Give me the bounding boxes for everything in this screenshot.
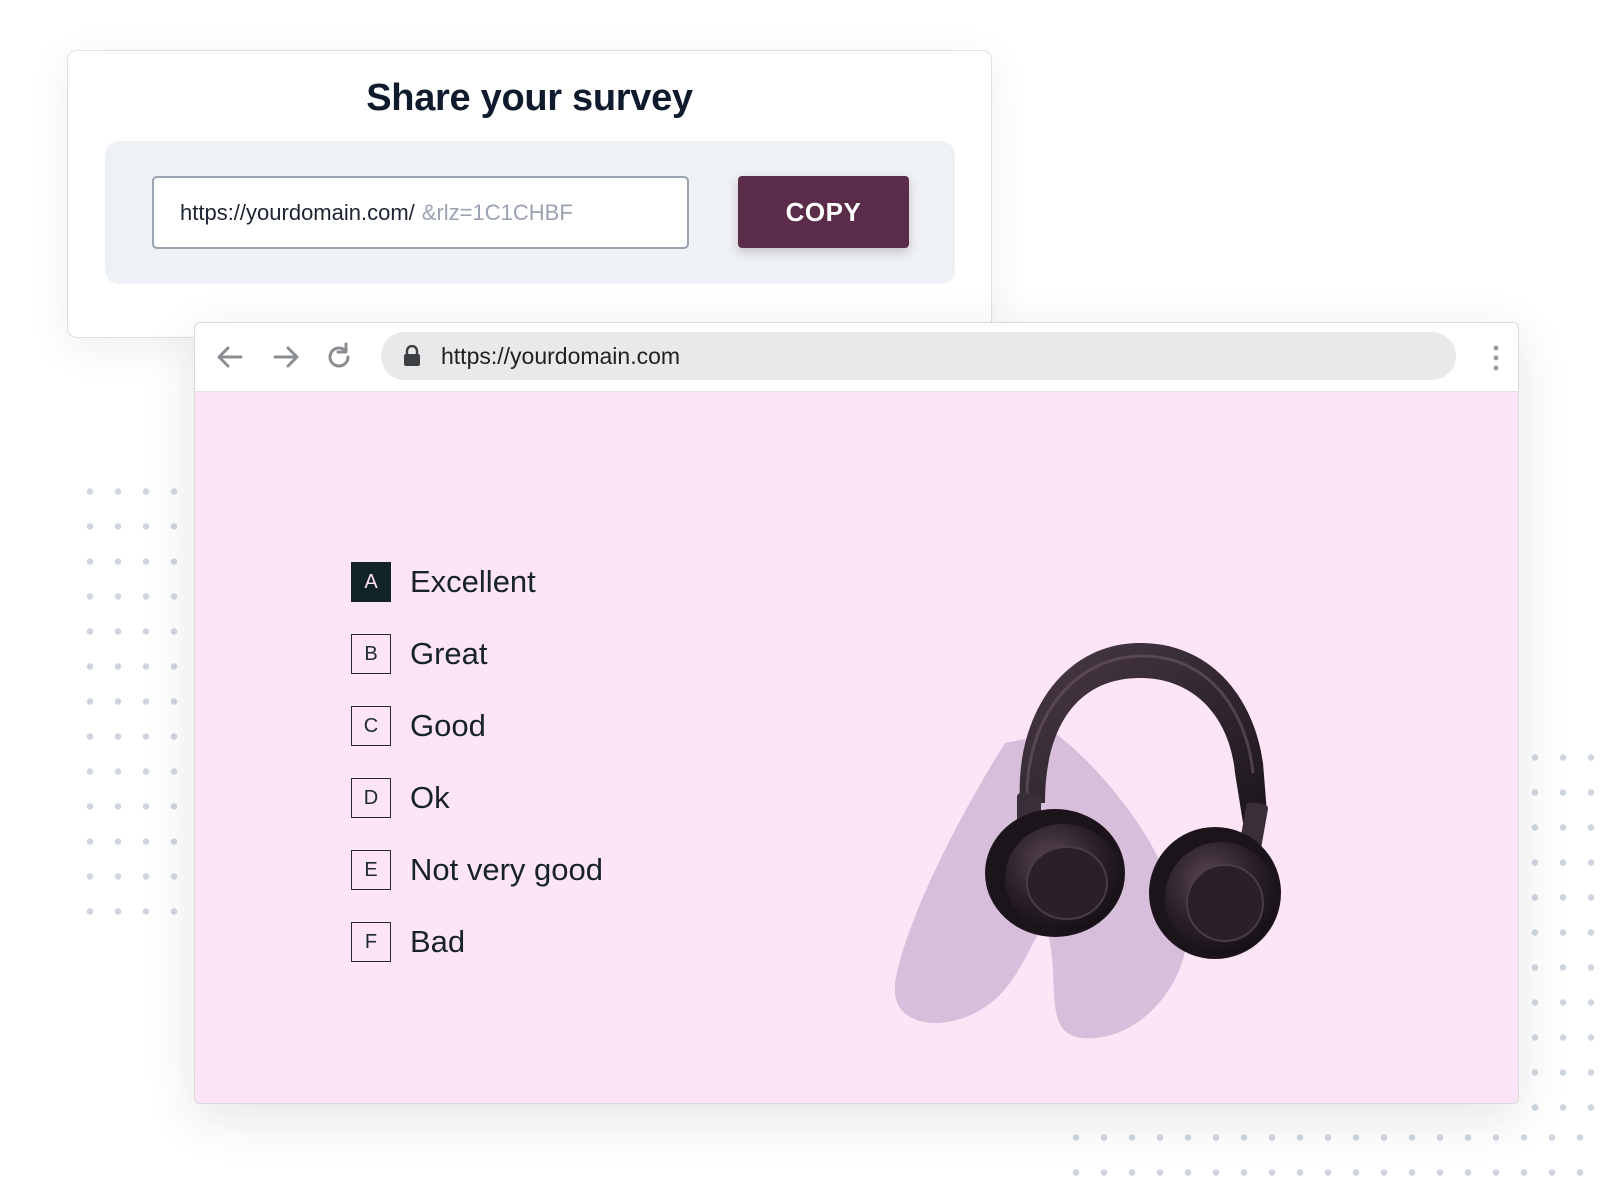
option-label: Not very good <box>410 852 603 887</box>
option-key-badge: D <box>351 778 391 818</box>
decorative-dot-pattern <box>1062 1120 1600 1194</box>
address-bar[interactable]: https://yourdomain.com <box>381 332 1456 380</box>
option-key-badge: B <box>351 634 391 674</box>
headphones-image <box>895 643 1281 1039</box>
option-key-badge: A <box>351 562 391 602</box>
option-label: Excellent <box>410 564 536 599</box>
option-not-very-good[interactable]: E Not very good <box>351 850 603 890</box>
browser-toolbar: https://yourdomain.com <box>195 323 1518 392</box>
decorative-dot-pattern <box>76 474 196 924</box>
share-url-field[interactable]: https://yourdomain.com/ &rlz=1C1CHBF <box>152 176 689 249</box>
option-key-badge: E <box>351 850 391 890</box>
option-label: Great <box>410 636 488 671</box>
option-key-badge: C <box>351 706 391 746</box>
browser-window: https://yourdomain.com A Excellent B Gre… <box>194 322 1519 1104</box>
share-survey-card: Share your survey https://yourdomain.com… <box>67 50 992 338</box>
address-url: https://yourdomain.com <box>441 342 681 369</box>
option-great[interactable]: B Great <box>351 634 488 674</box>
option-label: Good <box>410 708 486 743</box>
kebab-menu-icon[interactable] <box>1491 343 1501 373</box>
option-ok[interactable]: D Ok <box>351 778 450 818</box>
forward-arrow-icon[interactable] <box>269 340 303 374</box>
share-url-param: &rlz=1C1CHBF <box>421 199 573 225</box>
share-title: Share your survey <box>366 77 693 119</box>
option-label: Bad <box>410 924 466 959</box>
share-panel: https://yourdomain.com/ &rlz=1C1CHBF COP… <box>105 141 955 284</box>
copy-button[interactable]: COPY <box>738 176 909 248</box>
lock-icon <box>404 345 420 366</box>
decorative-dot-pattern <box>1521 740 1600 1130</box>
share-url-base: https://yourdomain.com/ <box>180 199 415 225</box>
option-good[interactable]: C Good <box>351 706 486 746</box>
option-label: Ok <box>410 780 450 815</box>
option-bad[interactable]: F Bad <box>351 922 465 962</box>
reload-icon[interactable] <box>322 340 356 374</box>
option-key-badge: F <box>351 922 391 962</box>
option-excellent[interactable]: A Excellent <box>351 562 536 602</box>
back-arrow-icon[interactable] <box>213 340 247 374</box>
